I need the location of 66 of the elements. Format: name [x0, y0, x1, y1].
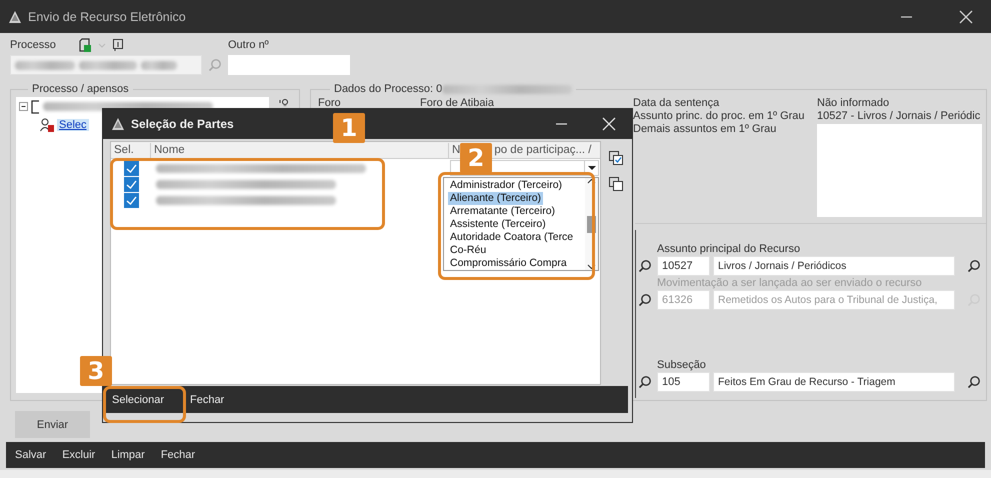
toolbar-button[interactable]: Excluir [57, 446, 100, 464]
logo-icon [111, 117, 125, 131]
deselect-all-icon[interactable] [609, 177, 623, 191]
callout-badge: 1 [333, 113, 365, 143]
outro-field[interactable] [228, 55, 350, 75]
person-icon [40, 118, 54, 132]
dropdown-option[interactable]: Administrador (Terceiro) [448, 179, 564, 192]
column-header[interactable]: po de participaç... / [494, 144, 592, 156]
dropdown-option[interactable]: Autoridade Coatora (Terce [448, 231, 576, 244]
field-label: Data da sentença [633, 97, 720, 110]
tree-item[interactable]: Selec [57, 118, 89, 130]
blurred-text [15, 60, 75, 70]
callout-badge: 2 [460, 143, 492, 173]
blurred-text [141, 60, 177, 70]
collapse-icon[interactable] [19, 102, 28, 111]
code-field: 61326 [657, 290, 710, 310]
send-button[interactable]: Enviar [15, 411, 90, 438]
dropdown-arrow-icon[interactable] [588, 166, 596, 170]
field-label: Movimentação a ser lançada ao ser enviado o recurso [657, 276, 923, 290]
dropdown-option[interactable]: Compromissário Compra [448, 257, 569, 270]
close-icon[interactable] [959, 10, 973, 24]
dropdown-option[interactable]: Arrematante (Terceiro) [448, 205, 558, 218]
search-icon[interactable] [638, 375, 651, 389]
callout-badge: 3 [80, 356, 112, 386]
search-icon[interactable] [967, 259, 980, 273]
description-field[interactable]: Feitos Em Grau de Recurso - Triagem [713, 372, 955, 392]
field-value: 10527 - Livros / Jornais / Periódic [817, 110, 982, 123]
group-title: Dados do Processo: 0 [334, 83, 442, 95]
search-icon[interactable] [638, 293, 651, 307]
checkbox[interactable] [124, 192, 139, 208]
toolbar-button[interactable]: Salvar [10, 446, 52, 464]
logo-icon [8, 10, 22, 24]
field-label: Foro [318, 97, 342, 110]
dropdown-option[interactable]: Assistente (Terceiro) [448, 218, 548, 231]
process-number-field[interactable] [10, 55, 202, 75]
column-header[interactable]: Nome [154, 144, 185, 156]
group-title: Processo / apensos [32, 83, 129, 95]
column-header[interactable]: Sel. [114, 144, 134, 156]
column-header[interactable]: N [452, 144, 460, 156]
field-label: Demais assuntos em 1º Grau [633, 123, 778, 137]
field-value: Não informado [817, 97, 890, 110]
window-title: Envio de Recurso Eletrônico [28, 10, 186, 24]
dropdown-option[interactable]: Alienante (Terceiro) [448, 192, 544, 205]
select-all-icon[interactable] [609, 151, 623, 165]
field-label: Subseção [657, 358, 707, 372]
blurred-text [79, 60, 137, 70]
toolbar-button[interactable]: Limpar [106, 446, 150, 464]
close-icon[interactable] [602, 117, 616, 131]
checkbox[interactable] [124, 176, 139, 192]
description-field: Remetidos os Autos para o Tribunal de Justiça, [713, 290, 955, 310]
toolbar-button[interactable]: Fechar [156, 446, 200, 464]
checkbox[interactable] [124, 160, 139, 176]
code-field[interactable]: 10527 [657, 256, 710, 276]
search-icon[interactable] [638, 259, 651, 273]
field-label: Processo [10, 39, 56, 51]
description-field[interactable]: Livros / Jornais / Periódicos [713, 256, 955, 276]
field-label: Outro nº [228, 39, 269, 51]
search-icon[interactable] [967, 375, 980, 389]
info-icon[interactable] [112, 38, 124, 52]
field-value: Foro de Atibaia [420, 97, 494, 110]
field-label: Assunto principal do Recurso [657, 242, 802, 256]
dialog-title: Seleção de Partes [131, 117, 234, 131]
scroll-down-icon[interactable] [587, 264, 596, 270]
field-label: Assunto princ. do proc. em 1º Grau [633, 110, 806, 123]
code-field[interactable]: 105 [657, 372, 710, 392]
dropdown-option[interactable]: Co-Réu [448, 244, 488, 257]
